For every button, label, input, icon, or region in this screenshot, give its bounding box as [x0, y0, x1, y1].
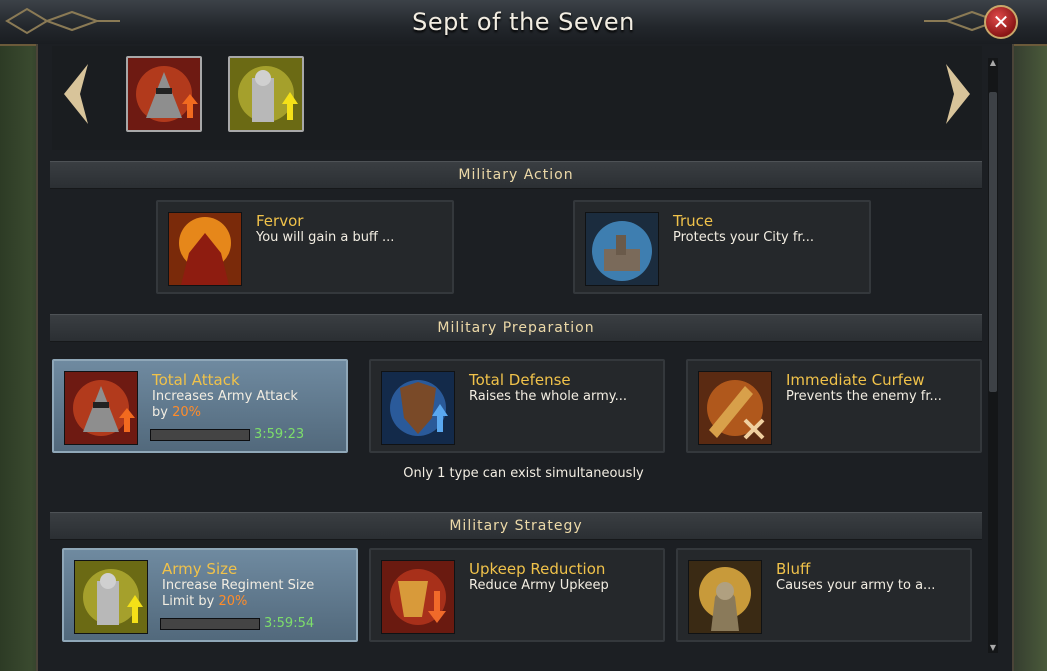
card-total-defense[interactable]: Total Defense Raises the whole army...	[369, 359, 665, 453]
fervor-icon	[168, 212, 242, 286]
window-title: Sept of the Seven	[412, 8, 635, 36]
ornament-right-icon	[924, 10, 1000, 32]
timer-progress-bar	[150, 429, 250, 441]
card-name: Upkeep Reduction	[469, 560, 606, 578]
card-desc: Protects your City fr...	[673, 230, 814, 245]
scroll-curfew-icon	[698, 371, 772, 445]
card-army-size[interactable]: Army Size Increase Regiment Size Limit b…	[62, 548, 358, 642]
card-desc-percent: 20%	[218, 594, 248, 609]
golden-knight-icon	[688, 560, 762, 634]
card-desc-percent: 20%	[172, 405, 201, 420]
card-name: Bluff	[776, 560, 811, 578]
card-immediate-curfew[interactable]: Immediate Curfew Prevents the enemy fr..…	[686, 359, 982, 453]
knight-army-up-icon	[230, 58, 302, 130]
card-desc-line2: Limit by 20%	[162, 594, 314, 610]
card-desc: You will gain a buff ...	[256, 230, 395, 245]
scroll-up-icon[interactable]: ▲	[988, 58, 998, 68]
card-desc: Raises the whole army...	[469, 389, 628, 404]
knight-army-up-icon	[74, 560, 148, 634]
card-desc: Increase Regiment Size Limit by 20%	[162, 578, 314, 610]
card-upkeep-reduction[interactable]: Upkeep Reduction Reduce Army Upkeep	[369, 548, 665, 642]
close-icon: ✕	[992, 10, 1010, 34]
section-military-action: Military Action	[50, 161, 982, 189]
card-bluff[interactable]: Bluff Causes your army to a...	[676, 548, 972, 642]
scrollbar[interactable]: ▲ ▼	[988, 58, 998, 653]
card-name: Immediate Curfew	[786, 371, 925, 389]
section-military-preparation: Military Preparation	[50, 314, 982, 342]
shield-defense-up-icon	[381, 371, 455, 445]
card-desc-line1: Increases Army Attack	[152, 389, 298, 404]
title-bar: Sept of the Seven ✕	[0, 0, 1047, 46]
card-name: Fervor	[256, 212, 304, 230]
card-desc-line1: Increase Regiment Size	[162, 578, 315, 593]
card-desc: Prevents the enemy fr...	[786, 389, 942, 404]
city-shield-icon	[585, 212, 659, 286]
card-name: Total Defense	[469, 371, 571, 389]
card-timer: 3:59:54	[264, 616, 315, 631]
card-desc: Increases Army Attack by 20%	[152, 389, 298, 421]
helmet-attack-up-icon	[128, 58, 200, 130]
card-name: Army Size	[162, 560, 238, 578]
grain-down-icon	[381, 560, 455, 634]
chevron-left-icon[interactable]	[58, 62, 94, 126]
card-truce[interactable]: Truce Protects your City fr...	[573, 200, 871, 294]
card-desc: Reduce Army Upkeep	[469, 578, 609, 593]
scroll-thumb[interactable]	[989, 92, 997, 392]
card-desc: Causes your army to a...	[776, 578, 936, 593]
carousel-thumb-attack[interactable]	[126, 56, 202, 132]
card-desc-prefix: by	[152, 405, 173, 420]
card-desc-line2: by 20%	[152, 405, 298, 421]
chevron-right-icon[interactable]	[940, 62, 976, 126]
card-desc-prefix: Limit by	[162, 594, 219, 609]
helmet-attack-up-icon	[64, 371, 138, 445]
close-button[interactable]: ✕	[984, 5, 1018, 39]
card-name: Truce	[673, 212, 714, 230]
section-military-strategy: Military Strategy	[50, 512, 982, 540]
card-total-attack[interactable]: Total Attack Increases Army Attack by 20…	[52, 359, 348, 453]
card-name: Total Attack	[152, 371, 240, 389]
carousel-thumb-army[interactable]	[228, 56, 304, 132]
scroll-down-icon[interactable]: ▼	[988, 643, 998, 653]
exclusivity-note: Only 1 type can exist simultaneously	[403, 466, 644, 481]
timer-progress-bar	[160, 618, 260, 630]
card-fervor[interactable]: Fervor You will gain a buff ...	[156, 200, 454, 294]
card-timer: 3:59:23	[254, 427, 305, 442]
